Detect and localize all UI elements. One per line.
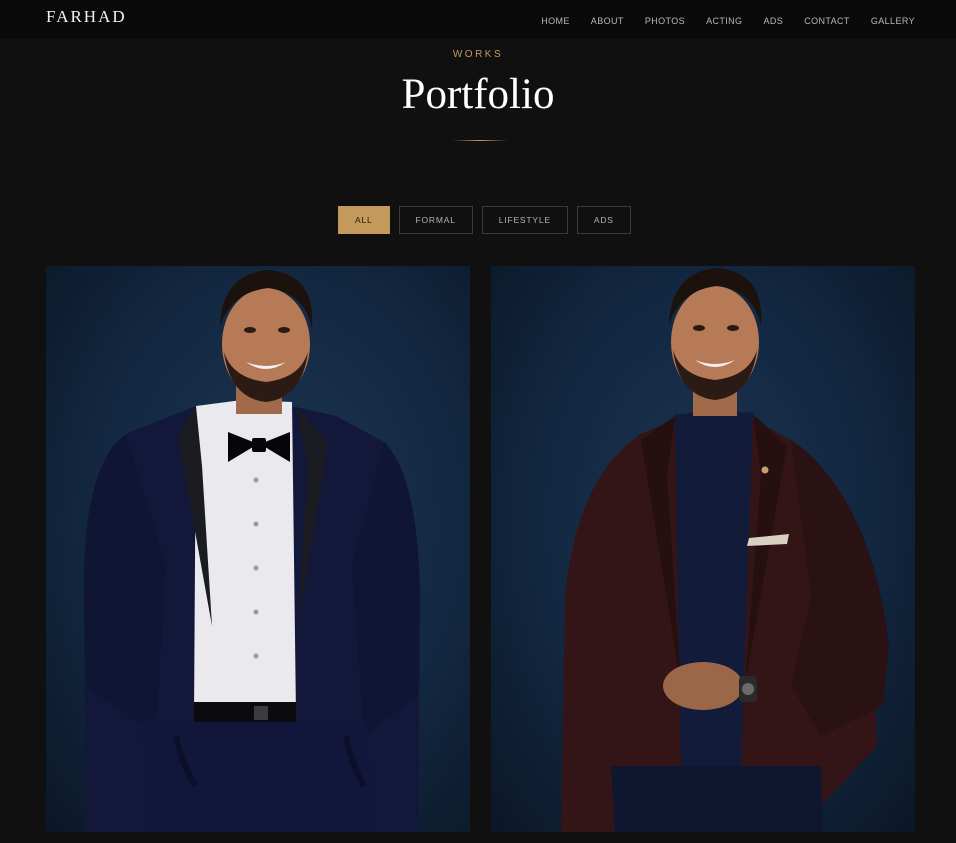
title-divider <box>452 140 508 141</box>
page-title: Portfolio <box>401 71 555 118</box>
portfolio-filters: ALL FORMAL LIFESTYLE ADS <box>338 206 631 234</box>
nav-link-home[interactable]: HOME <box>541 16 570 26</box>
nav-link-ads[interactable]: ADS <box>763 16 783 26</box>
portfolio-photo-burgundy-blazer[interactable] <box>491 266 915 832</box>
nav-item-ads: ADS <box>763 11 783 29</box>
nav-item-acting: ACTING <box>706 11 742 29</box>
main-nav: HOME ABOUT PHOTOS ACTING ADS CONTACT GAL… <box>541 11 915 29</box>
filter-ads-button[interactable]: ADS <box>576 206 631 234</box>
burgundy-blazer-portrait-illustration <box>561 268 889 832</box>
nav-link-gallery[interactable]: GALLERY <box>871 16 915 26</box>
nav-item-contact: CONTACT <box>804 11 850 29</box>
nav-item-about: ABOUT <box>591 11 624 29</box>
section-eyebrow: WORKS <box>452 49 504 60</box>
nav-link-acting[interactable]: ACTING <box>706 16 742 26</box>
portfolio-photo-tuxedo[interactable] <box>46 266 470 832</box>
nav-item-gallery: GALLERY <box>871 11 915 29</box>
site-header: FARHAD HOME ABOUT PHOTOS ACTING ADS CONT… <box>0 0 956 39</box>
nav-item-home: HOME <box>541 11 570 29</box>
filter-lifestyle-button[interactable]: LIFESTYLE <box>481 206 568 234</box>
tuxedo-portrait-illustration <box>83 270 420 832</box>
filter-formal-button[interactable]: FORMAL <box>398 206 473 234</box>
nav-link-contact[interactable]: CONTACT <box>804 16 850 26</box>
nav-item-photos: PHOTOS <box>645 11 685 29</box>
nav-link-photos[interactable]: PHOTOS <box>645 16 685 26</box>
filter-all-button[interactable]: ALL <box>338 206 390 234</box>
site-logo[interactable]: FARHAD <box>46 7 127 27</box>
nav-link-about[interactable]: ABOUT <box>591 16 624 26</box>
